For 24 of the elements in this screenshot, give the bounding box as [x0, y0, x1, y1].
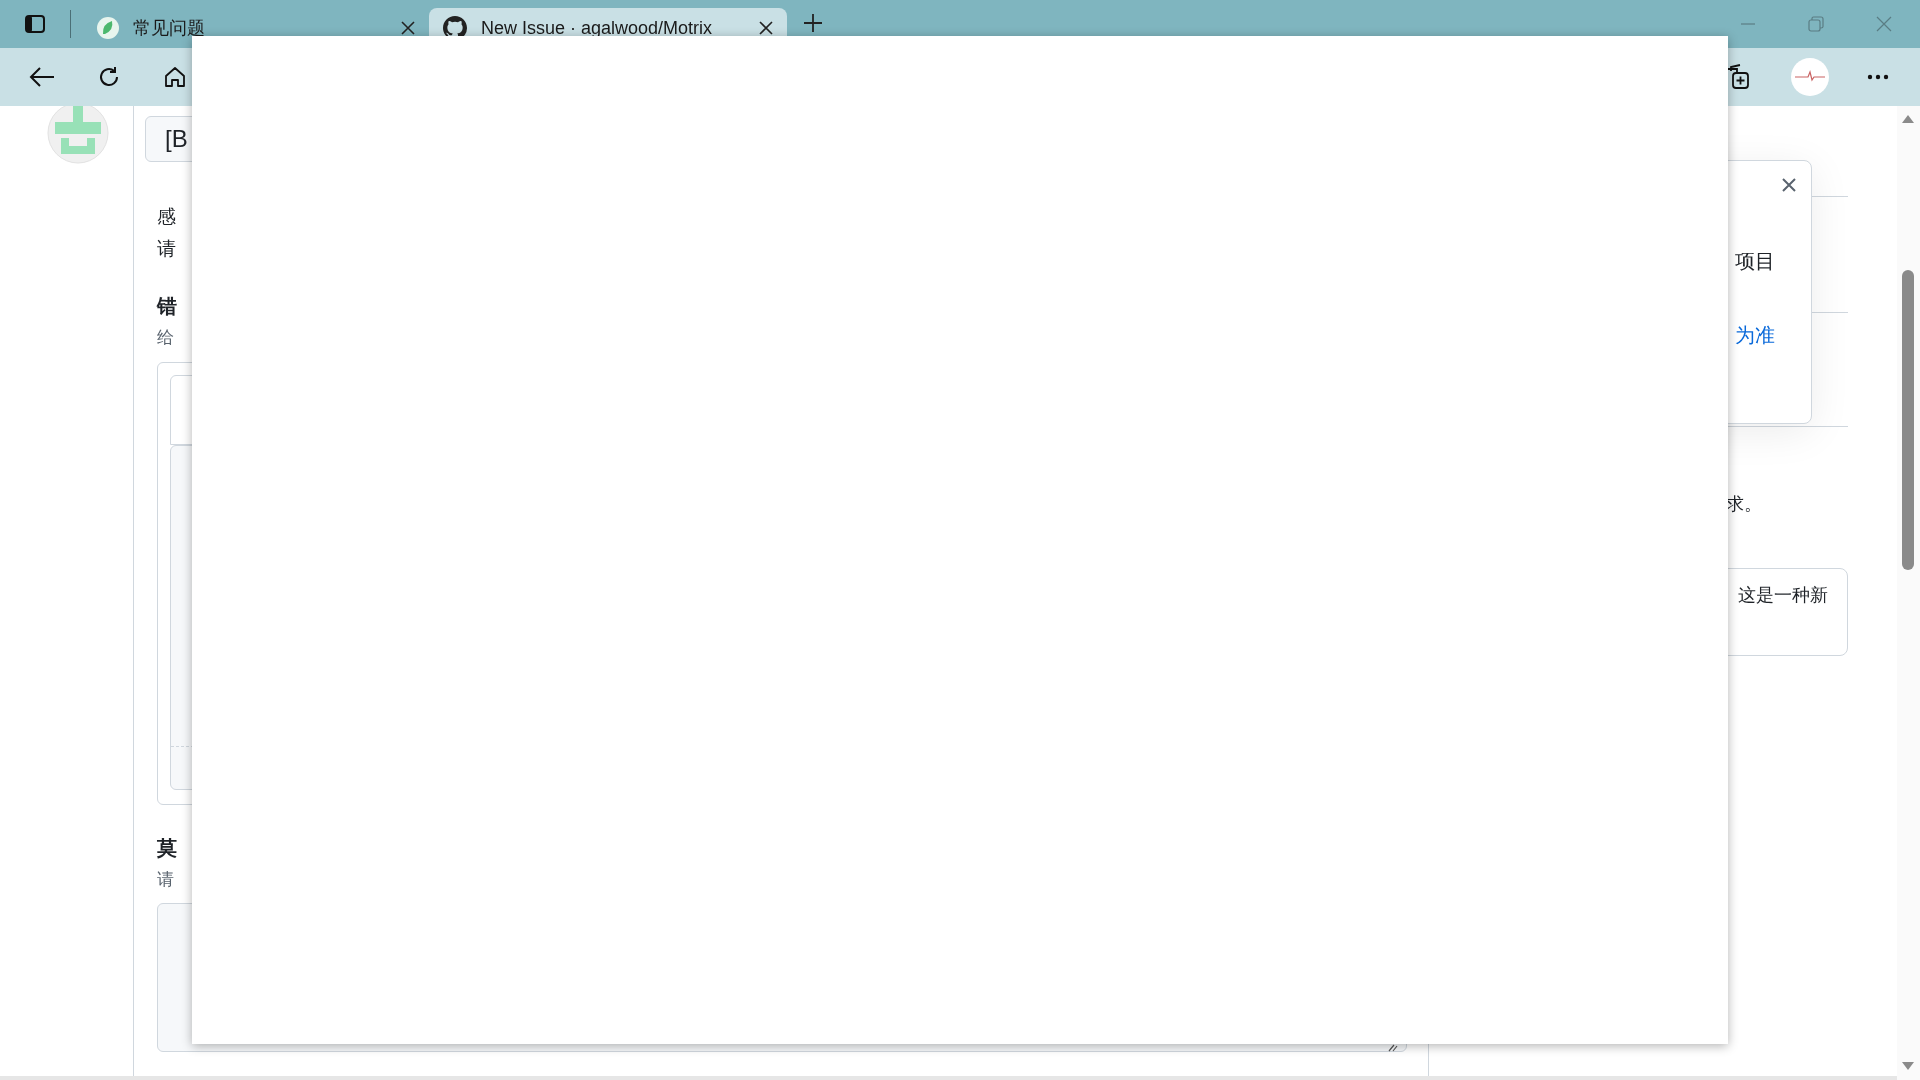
- resize-handle-icon[interactable]: [1388, 1044, 1398, 1052]
- avatar: [47, 106, 109, 164]
- hint-text: 请: [157, 869, 174, 891]
- close-icon[interactable]: [1781, 177, 1797, 193]
- section-heading: 莫: [157, 836, 177, 861]
- more-icon[interactable]: [1867, 74, 1889, 80]
- scrollbar-thumb[interactable]: [1902, 270, 1914, 570]
- body-text: 请: [157, 237, 176, 261]
- hint-text: 给: [157, 327, 174, 349]
- section-heading: 错: [157, 294, 177, 319]
- close-tab-icon[interactable]: [759, 21, 773, 35]
- popover-text: 项目: [1735, 249, 1775, 274]
- body-text: 感: [157, 205, 176, 229]
- scroll-down-icon[interactable]: [1902, 1062, 1914, 1070]
- close-tab-icon[interactable]: [401, 21, 415, 35]
- refresh-icon[interactable]: [97, 65, 121, 89]
- new-tab-icon[interactable]: [803, 13, 823, 33]
- sidebar-toggle-icon[interactable]: [24, 13, 46, 35]
- home-icon[interactable]: [163, 65, 187, 89]
- popover-link[interactable]: 为准: [1735, 320, 1775, 350]
- back-icon[interactable]: [29, 66, 55, 88]
- scroll-up-icon[interactable]: [1902, 115, 1914, 123]
- leaf-icon: [97, 17, 119, 39]
- option-text: 这是一种新: [1738, 584, 1828, 607]
